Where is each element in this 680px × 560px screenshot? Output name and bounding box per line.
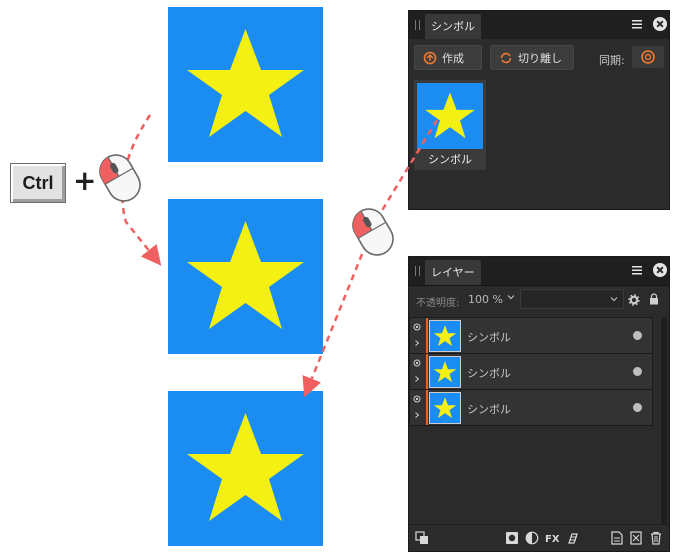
symbol-indicator	[426, 390, 428, 425]
menu-icon[interactable]	[631, 18, 643, 30]
panel-grip-icon[interactable]	[415, 20, 420, 30]
fx-icon[interactable]: FX	[545, 531, 559, 545]
layer-row[interactable]: シンボル	[409, 389, 653, 426]
create-symbol-button[interactable]: 作成	[414, 45, 482, 70]
chevron-down-icon[interactable]	[506, 292, 516, 302]
create-button-label: 作成	[442, 51, 464, 65]
detach-button-label: 切り離し	[518, 51, 562, 65]
arrow-drag-copy	[120, 114, 162, 266]
layers-scrollbar[interactable]	[661, 317, 667, 526]
layers-toolbar: 不透明度: 100 %	[409, 285, 669, 313]
sync-label: 同期:	[599, 54, 625, 67]
star-shape	[187, 29, 304, 137]
symbol-indicator	[426, 354, 428, 389]
visibility-icon[interactable]	[413, 323, 421, 331]
symbols-panel-titlebar: シンボル	[409, 11, 669, 40]
layer-visibility-dot[interactable]	[633, 403, 642, 412]
layer-visibility-dot[interactable]	[633, 331, 642, 340]
ctrl-key: Ctrl	[10, 163, 66, 203]
blend-mode-select[interactable]	[520, 289, 624, 309]
canvas-star-copy-1[interactable]	[168, 199, 323, 354]
symbol-thumbnail	[417, 83, 483, 149]
mask-icon[interactable]	[505, 531, 519, 545]
canvas-star-original[interactable]	[168, 7, 323, 162]
trash-icon[interactable]	[649, 531, 663, 545]
menu-icon[interactable]	[631, 264, 643, 276]
star-shape	[187, 221, 304, 329]
layers-panel: レイヤー 不透明度: 100 % シンボル シンボル シンボル FX	[408, 256, 670, 552]
ctrl-key-label: Ctrl	[22, 172, 54, 193]
star-shape	[433, 361, 457, 383]
star-shape	[433, 397, 457, 419]
layer-row[interactable]: シンボル	[409, 317, 653, 354]
star-shape	[187, 413, 304, 521]
lock-icon[interactable]	[649, 293, 659, 305]
chevron-right-icon[interactable]	[413, 411, 421, 419]
symbols-toolbar: 作成 切り離し 同期:	[409, 39, 669, 77]
close-icon[interactable]	[653, 17, 667, 31]
layer-name: シンボル	[467, 367, 511, 380]
detach-symbol-button[interactable]: 切り離し	[490, 45, 574, 70]
symbols-panel: シンボル 作成 切り離し 同期: シンボル	[408, 10, 670, 210]
sync-toggle[interactable]	[632, 46, 664, 68]
mouse-left-click-icon	[99, 154, 141, 202]
star-shape	[425, 92, 475, 139]
svg-text:FX: FX	[545, 534, 559, 545]
star-shape	[433, 325, 457, 347]
layer-name: シンボル	[467, 403, 511, 416]
chevron-right-icon[interactable]	[413, 339, 421, 347]
layer-thumbnail	[429, 392, 461, 424]
panel-grip-icon[interactable]	[415, 266, 420, 276]
visibility-icon[interactable]	[413, 359, 421, 367]
symbol-item-label: シンボル	[428, 153, 472, 166]
tab-layers[interactable]: レイヤー	[425, 260, 481, 285]
sync-icon	[641, 50, 655, 64]
layer-visibility-dot[interactable]	[633, 367, 642, 376]
layers-list: シンボル シンボル シンボル	[409, 317, 669, 527]
visibility-icon[interactable]	[413, 395, 421, 403]
layers-panel-titlebar: レイヤー	[409, 257, 669, 286]
arrange-icon[interactable]	[415, 531, 429, 545]
mouse-left-click-icon	[352, 208, 394, 256]
layer-thumbnail	[429, 320, 461, 352]
plus-sign: +	[73, 164, 97, 197]
group-icon[interactable]	[629, 531, 643, 545]
close-icon[interactable]	[653, 263, 667, 277]
symbol-item[interactable]: シンボル	[414, 80, 486, 170]
add-layer-icon[interactable]	[610, 531, 624, 545]
adjustment-icon[interactable]	[525, 531, 539, 545]
chevron-down-icon	[610, 297, 618, 302]
layer-thumbnail	[429, 356, 461, 388]
layer-row[interactable]: シンボル	[409, 353, 653, 390]
chevron-right-icon[interactable]	[413, 375, 421, 383]
brush-icon[interactable]	[566, 531, 580, 545]
gear-icon[interactable]	[628, 294, 640, 306]
detach-icon	[500, 52, 512, 63]
create-icon	[423, 51, 437, 64]
layer-name: シンボル	[467, 331, 511, 344]
tab-symbols[interactable]: シンボル	[425, 14, 481, 39]
layers-footer: FX	[409, 524, 669, 551]
symbol-indicator	[426, 318, 428, 353]
canvas-star-copy-2[interactable]	[168, 391, 323, 546]
opacity-value[interactable]: 100 %	[468, 293, 503, 306]
opacity-label: 不透明度:	[416, 298, 460, 309]
